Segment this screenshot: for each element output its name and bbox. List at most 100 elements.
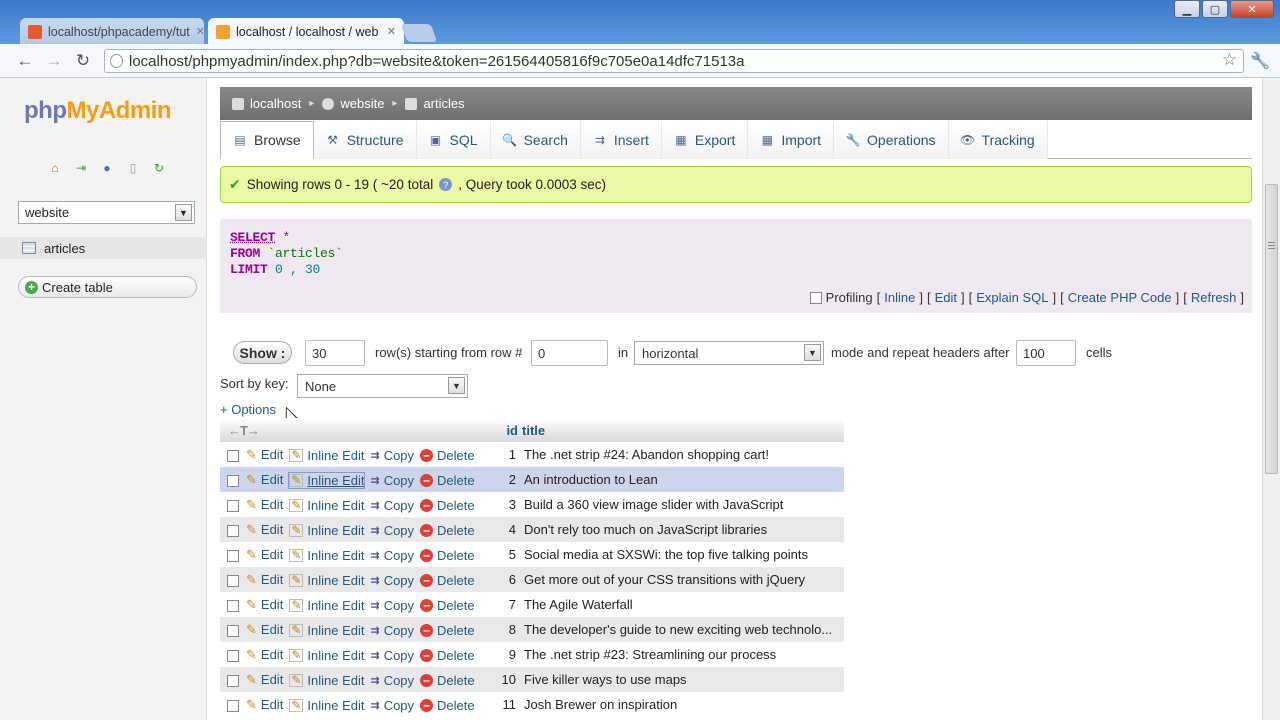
delete-link[interactable]: – Delete	[420, 548, 475, 563]
inline-edit-link[interactable]: ✎ Inline Edit	[289, 548, 364, 563]
copy-link[interactable]: ⇉ Copy	[370, 523, 414, 538]
browser-tab-1[interactable]: localhost/phpacademy/tut ✕	[20, 18, 204, 45]
delete-link[interactable]: – Delete	[420, 598, 475, 613]
edit-link[interactable]: ✎ Edit	[246, 572, 283, 588]
start-row-input[interactable]: 0	[531, 340, 608, 366]
delete-link[interactable]: – Delete	[420, 473, 475, 488]
inline-edit-link[interactable]: ✎ Inline Edit	[289, 623, 364, 638]
table-row[interactable]: ✎ Edit ✎ Inline Edit ⇉ Copy – Delete 2 An introdu…	[220, 467, 844, 492]
edit-link[interactable]: ✎ Edit	[246, 647, 283, 663]
edit-link[interactable]: ✎ Edit	[246, 472, 283, 488]
inline-edit-link[interactable]: ✎ Inline Edit	[289, 573, 364, 588]
table-row[interactable]: ✎ Edit ✎ Inline Edit ⇉ Copy – Delete 11 Josh Brew…	[220, 692, 844, 717]
copy-link[interactable]: ⇉ Copy	[370, 598, 414, 613]
row-checkbox[interactable]	[227, 549, 239, 562]
row-checkbox[interactable]	[227, 649, 239, 662]
reload-nav-icon[interactable]: ↻	[151, 160, 167, 176]
edit-link[interactable]: ✎ Edit	[246, 447, 283, 463]
profiling-checkbox[interactable]	[809, 291, 822, 304]
edit-link[interactable]: ✎ Edit	[246, 522, 283, 538]
row-checkbox[interactable]	[227, 499, 239, 512]
reload-icon[interactable]: ↻	[72, 50, 94, 72]
delete-link[interactable]: – Delete	[420, 448, 475, 463]
address-bar[interactable]: localhost/phpmyadmin/index.php?db=websit…	[104, 49, 1244, 73]
display-mode-select[interactable]: horizontal ▼	[634, 341, 824, 365]
forward-arrow-icon[interactable]: →	[43, 50, 65, 72]
breadcrumb-table[interactable]: articles	[423, 96, 464, 111]
delete-link[interactable]: – Delete	[420, 648, 475, 663]
column-header-title[interactable]: title	[520, 418, 844, 442]
breadcrumb-server[interactable]: localhost	[250, 96, 301, 111]
maximize-icon[interactable]: ▢	[1202, 0, 1228, 18]
copy-link[interactable]: ⇉ Copy	[370, 448, 414, 463]
edit-sql-link[interactable]: Edit	[935, 290, 957, 305]
edit-link[interactable]: ✎ Edit	[246, 697, 283, 713]
column-toggle-arrows-icon[interactable]: ←T→	[222, 423, 260, 438]
row-checkbox[interactable]	[227, 699, 239, 712]
close-tab-icon[interactable]: ✕	[196, 25, 204, 38]
inline-edit-link[interactable]: ✎ Inline Edit	[288, 471, 366, 489]
sort-key-select[interactable]: None ▼	[297, 374, 468, 398]
edit-link[interactable]: ✎ Edit	[246, 672, 283, 688]
browser-tab-2[interactable]: localhost / localhost / web ✕	[208, 18, 404, 45]
copy-link[interactable]: ⇉ Copy	[370, 698, 414, 713]
new-tab-button[interactable]	[400, 24, 438, 42]
table-row[interactable]: ✎ Edit ✎ Inline Edit ⇉ Copy – Delete 5 Social med…	[220, 542, 844, 567]
table-row[interactable]: ✎ Edit ✎ Inline Edit ⇉ Copy – Delete 3 Build a 36…	[220, 492, 844, 517]
tab-insert[interactable]: ⇉ Insert	[580, 121, 662, 159]
column-header-id[interactable]: id	[498, 418, 520, 442]
tab-structure[interactable]: ⚒ Structure	[313, 121, 417, 159]
inline-edit-link[interactable]: ✎ Inline Edit	[289, 598, 364, 613]
copy-link[interactable]: ⇉ Copy	[370, 548, 414, 563]
exit-icon[interactable]: ⇥	[73, 160, 89, 176]
tab-tracking[interactable]: 👁 Tracking	[948, 121, 1048, 159]
inline-edit-link[interactable]: ✎ Inline Edit	[289, 698, 364, 713]
tab-browse[interactable]: ▤ Browse	[220, 121, 314, 159]
sql-keyword-select[interactable]: SELECT	[230, 230, 275, 245]
copy-link[interactable]: ⇉ Copy	[370, 498, 414, 513]
minimize-icon[interactable]: ▁	[1174, 0, 1200, 18]
copy-link[interactable]: ⇉ Copy	[370, 473, 414, 488]
table-row[interactable]: ✎ Edit ✎ Inline Edit ⇉ Copy – Delete 9 The .net s…	[220, 642, 844, 667]
help-icon[interactable]: ?	[439, 178, 453, 191]
breadcrumb-database[interactable]: website	[340, 96, 384, 111]
edit-link[interactable]: ✎ Edit	[246, 622, 283, 638]
row-checkbox[interactable]	[227, 524, 239, 537]
row-checkbox[interactable]	[227, 674, 239, 687]
tab-import[interactable]: ▦ Import	[748, 121, 835, 159]
inline-edit-link[interactable]: ✎ Inline Edit	[289, 523, 364, 538]
table-row[interactable]: ✎ Edit ✎ Inline Edit ⇉ Copy – Delete 10 Five kill…	[220, 667, 844, 692]
options-link[interactable]: + Options	[220, 402, 276, 417]
delete-link[interactable]: – Delete	[420, 498, 475, 513]
phpmyadmin-logo[interactable]: phpMyAdmin	[24, 97, 172, 125]
wrench-menu-icon[interactable]: 🔧	[1250, 51, 1270, 71]
copy-link[interactable]: ⇉ Copy	[370, 673, 414, 688]
row-checkbox[interactable]	[227, 449, 239, 462]
edit-link[interactable]: ✎ Edit	[246, 597, 283, 613]
inline-edit-link[interactable]: ✎ Inline Edit	[289, 673, 364, 688]
show-button[interactable]: Show :	[233, 341, 292, 364]
row-checkbox[interactable]	[227, 599, 239, 612]
refresh-link[interactable]: Refresh	[1191, 290, 1237, 305]
docs-icon[interactable]: ▯	[125, 160, 141, 176]
inline-edit-link[interactable]: ✎ Inline Edit	[289, 648, 364, 663]
sidebar-item-articles[interactable]: articles	[0, 237, 207, 259]
edit-link[interactable]: ✎ Edit	[246, 497, 283, 513]
delete-link[interactable]: – Delete	[420, 523, 475, 538]
query-help-icon[interactable]: ●	[99, 160, 115, 176]
table-row[interactable]: ✎ Edit ✎ Inline Edit ⇉ Copy – Delete 7 The Agile …	[220, 592, 844, 617]
database-select[interactable]: website ▼	[18, 201, 195, 224]
table-row[interactable]: ✎ Edit ✎ Inline Edit ⇉ Copy – Delete 8 The develo…	[220, 617, 844, 642]
tab-sql[interactable]: ▣ SQL	[416, 121, 491, 159]
inline-link[interactable]: Inline	[884, 290, 915, 305]
tab-export[interactable]: ▦ Export	[661, 121, 749, 159]
delete-link[interactable]: – Delete	[420, 698, 475, 713]
row-checkbox[interactable]	[227, 574, 239, 587]
copy-link[interactable]: ⇉ Copy	[370, 623, 414, 638]
bookmark-star-icon[interactable]: ☆	[1222, 50, 1237, 70]
table-row[interactable]: ✎ Edit ✎ Inline Edit ⇉ Copy – Delete 1 The .net s…	[220, 442, 844, 467]
home-icon[interactable]: ⌂	[47, 160, 63, 176]
tab-operations[interactable]: 🔧 Operations	[834, 121, 949, 159]
rows-count-input[interactable]: 30	[305, 340, 365, 366]
create-table-button[interactable]: + Create table	[18, 276, 197, 298]
